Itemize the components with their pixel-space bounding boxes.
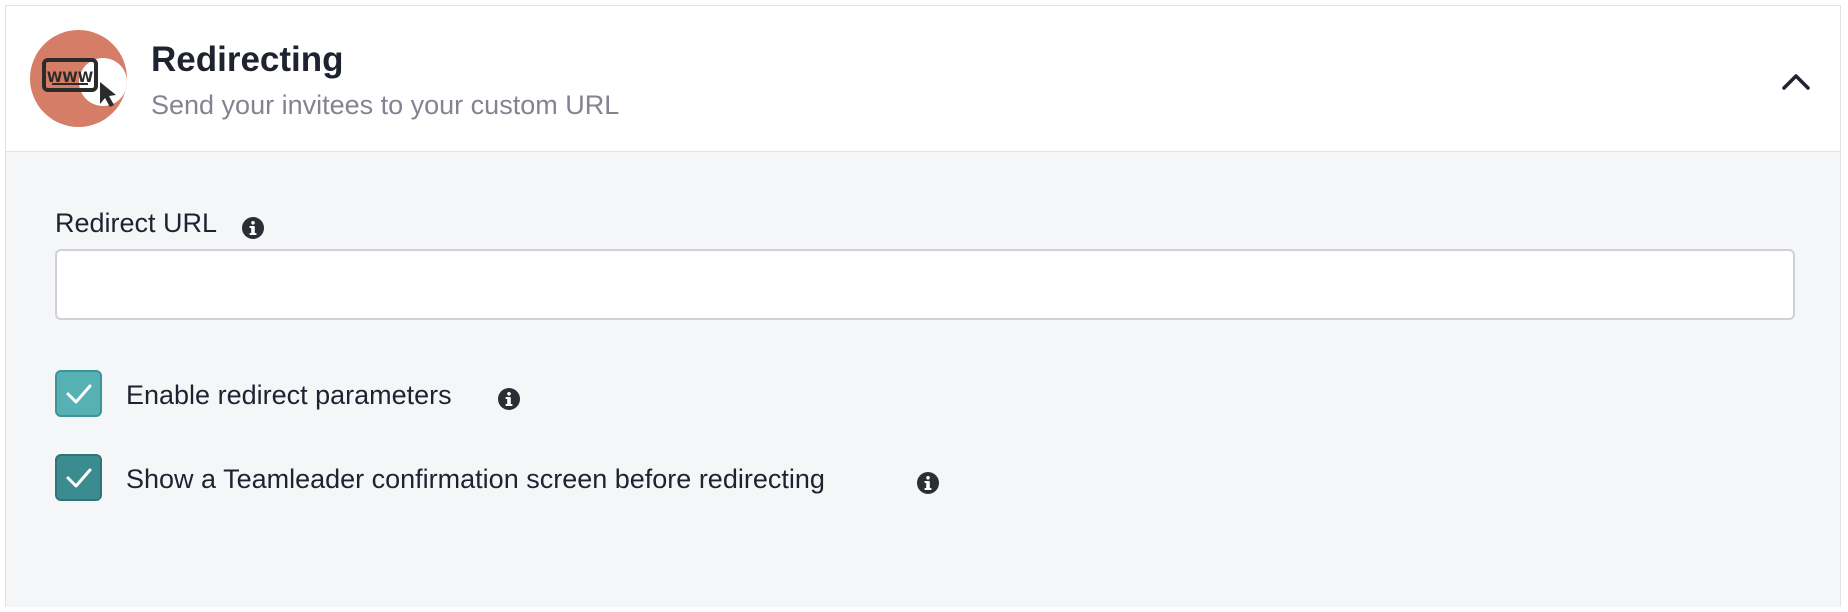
section-subtitle: Send your invitees to your custom URL	[151, 90, 620, 120]
show-confirmation-screen-label[interactable]: Show a Teamleader confirmation screen be…	[126, 464, 825, 495]
show-confirmation-screen-checkbox[interactable]	[55, 454, 102, 501]
enable-redirect-parameters-checkbox[interactable]	[55, 370, 102, 417]
redirecting-panel: WWW Redirecting Send your invitees to yo…	[5, 5, 1841, 607]
info-icon[interactable]	[241, 216, 265, 240]
www-browser-cursor-icon: WWW	[30, 30, 127, 127]
section-title: Redirecting	[151, 40, 344, 79]
info-icon[interactable]	[497, 387, 521, 411]
chevron-up-icon[interactable]	[1776, 62, 1816, 102]
section-header[interactable]: WWW Redirecting Send your invitees to yo…	[6, 6, 1840, 152]
redirect-url-label: Redirect URL	[55, 208, 218, 238]
info-icon[interactable]	[916, 471, 940, 495]
redirect-url-input[interactable]	[55, 249, 1795, 320]
enable-redirect-parameters-label[interactable]: Enable redirect parameters	[126, 380, 452, 411]
